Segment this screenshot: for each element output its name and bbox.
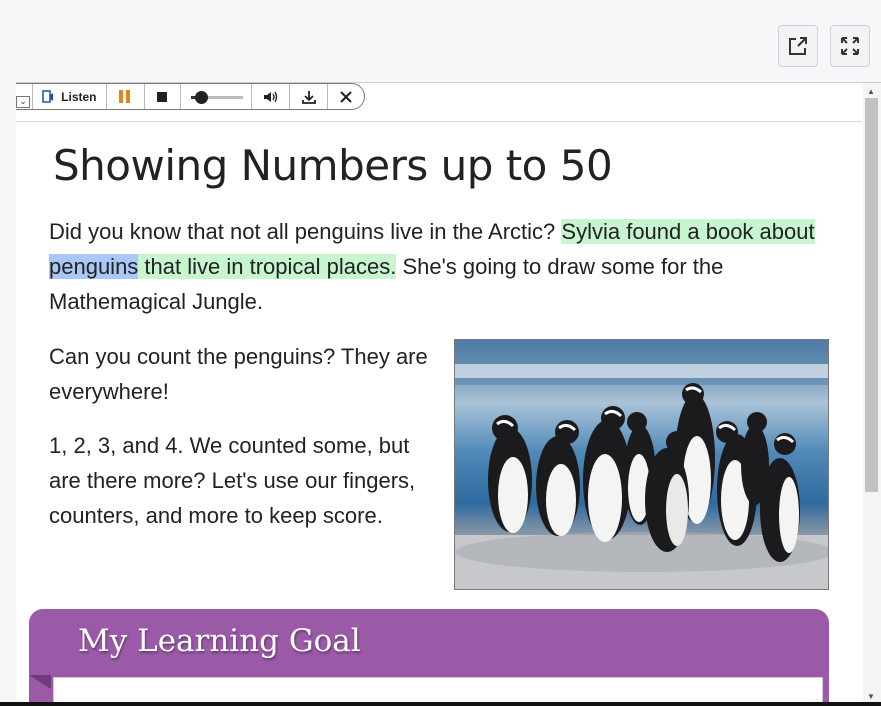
paragraph-text: Did you know that not all penguins live … [49, 219, 562, 244]
slider-handle[interactable] [194, 91, 208, 104]
expand-icon [841, 37, 859, 55]
close-icon [340, 90, 352, 103]
scrollbar-thumb[interactable] [865, 98, 878, 492]
stop-icon [157, 91, 168, 102]
listen-label: Listen [61, 89, 97, 104]
listen-button[interactable]: Listen [33, 84, 107, 109]
highlighted-current-word: penguins [49, 254, 139, 279]
chevron-down-icon: ⌄ [16, 96, 30, 108]
stop-button[interactable] [145, 84, 181, 109]
external-link-icon [789, 37, 807, 55]
content-frame: ⌄ Listen ▲ ▼ Showing Numbers up to 50 Di… [16, 82, 881, 706]
counting-paragraph: 1, 2, 3, and 4. We counted some, but are… [49, 433, 416, 528]
highlighted-text: that live in tropical places. [138, 254, 397, 279]
collapse-toolbar-button[interactable]: ⌄ [16, 84, 33, 109]
top-bar [0, 0, 881, 82]
intro-paragraph: Did you know that not all penguins live … [49, 214, 839, 319]
scroll-up-arrow-icon[interactable]: ▲ [867, 87, 875, 96]
page-title: Showing Numbers up to 50 [53, 141, 613, 190]
download-icon [301, 90, 316, 104]
scroll-down-arrow-icon[interactable]: ▼ [867, 692, 875, 701]
learning-goal-title: My Learning Goal [78, 623, 361, 659]
volume-button[interactable] [252, 84, 291, 109]
count-question-paragraph: Can you count the penguins? They are eve… [49, 344, 428, 404]
highlighted-text: Sylvia found a book about [561, 219, 815, 244]
close-toolbar-button[interactable] [328, 84, 364, 109]
fullscreen-button[interactable] [830, 25, 870, 67]
download-audio-button[interactable] [290, 84, 329, 109]
banner-fold [29, 675, 51, 689]
text-to-speech-bar: ⌄ Listen [16, 83, 365, 110]
speed-slider[interactable] [181, 84, 253, 109]
learning-goal-banner: My Learning Goal [29, 609, 829, 706]
vertical-scrollbar[interactable]: ▲ ▼ [863, 83, 881, 706]
pause-button[interactable] [107, 84, 145, 109]
bottom-border [0, 702, 881, 706]
read-aloud-toolbar: ⌄ Listen [16, 83, 862, 122]
penguins-photo [454, 339, 829, 590]
volume-icon [263, 91, 277, 102]
open-in-new-window-button[interactable] [778, 25, 818, 67]
speaker-document-icon [42, 89, 54, 103]
pause-icon [119, 90, 131, 103]
